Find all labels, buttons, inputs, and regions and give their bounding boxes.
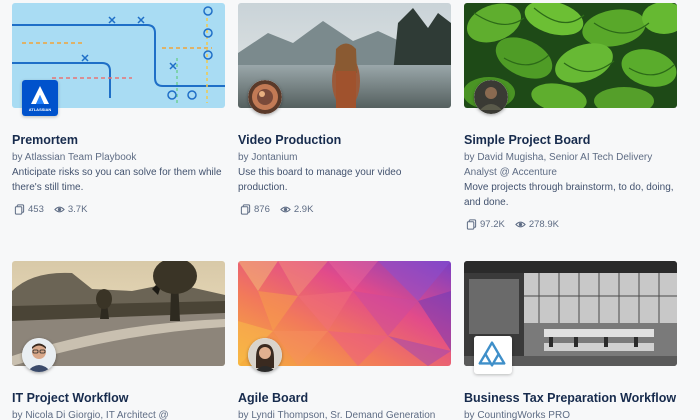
card-title[interactable]: Agile Board [238,390,451,406]
card-title[interactable]: Simple Project Board [464,132,677,148]
views-stat: 278.9K [515,219,559,230]
avatar [474,80,508,114]
card-stats: 453 3.7K [12,204,225,215]
views-count: 3.7K [67,204,88,215]
card-description: Anticipate risks so you can solve for th… [12,167,222,193]
copies-stat: 453 [14,204,44,215]
views-count: 2.9K [293,204,314,215]
card-author: by David Mugisha, Senior AI Tech Deliver… [464,152,653,178]
countingworks-logo [474,336,512,374]
atlassian-logo-text: ATLASSIAN [29,107,52,112]
copies-stat: 876 [240,204,270,215]
eye-icon [54,204,65,215]
template-card-video-production[interactable]: Video Production by Jontanium Use this b… [238,3,451,215]
copy-icon [240,204,251,215]
atlassian-logo: ATLASSIAN [22,80,58,116]
eye-icon [280,204,291,215]
views-count: 278.9K [528,219,559,230]
copy-icon [14,204,25,215]
avatar [248,80,282,114]
card-title[interactable]: Premortem [12,132,225,148]
card-author: by Jontanium [238,152,298,163]
template-card-business-tax-preparation-workflow[interactable]: Business Tax Preparation Workflow by Cou… [464,261,677,420]
views-stat: 2.9K [280,204,314,215]
eye-icon [515,219,526,230]
card-author: by Lyndi Thompson, Sr. Demand Generation [238,410,436,420]
card-title[interactable]: IT Project Workflow [12,390,225,406]
template-card-premortem[interactable]: ATLASSIAN Premortem by Atlassian Team Pl… [12,3,225,215]
card-title[interactable]: Video Production [238,132,451,148]
template-gallery: ATLASSIAN Premortem by Atlassian Team Pl… [0,0,700,420]
avatar [22,338,56,372]
card-stats: 97.2K 278.9K [464,219,677,230]
card-author: by Nicola Di Giorgio, IT Architect @ [12,410,169,420]
views-stat: 3.7K [54,204,88,215]
copies-stat: 97.2K [466,219,505,230]
card-title[interactable]: Business Tax Preparation Workflow [464,390,677,406]
copy-icon [466,219,477,230]
card-author: by CountingWorks PRO [464,410,570,420]
copies-count: 97.2K [480,219,505,230]
card-stats: 876 2.9K [238,204,451,215]
copies-count: 453 [28,204,44,215]
card-description: Use this board to manage your video prod… [238,167,402,193]
avatar [248,338,282,372]
template-card-agile-board[interactable]: Agile Board by Lyndi Thompson, Sr. Deman… [238,261,451,420]
copies-count: 876 [254,204,270,215]
card-author: by Atlassian Team Playbook [12,152,137,163]
template-card-simple-project-board[interactable]: Simple Project Board by David Mugisha, S… [464,3,677,230]
template-card-it-project-workflow[interactable]: IT Project Workflow by Nicola Di Giorgio… [12,261,225,420]
card-description: Move projects through brainstorm, to do,… [464,182,674,208]
